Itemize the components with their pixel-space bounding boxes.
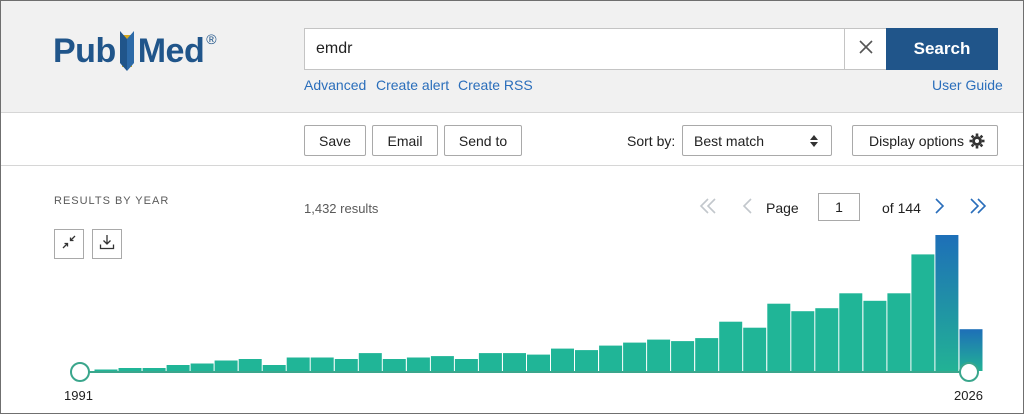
chart-bar[interactable] <box>503 353 526 371</box>
chart-bar[interactable] <box>454 359 478 371</box>
chevron-left-icon <box>740 196 754 221</box>
book-icon <box>118 29 136 73</box>
chart-bar[interactable] <box>310 357 334 372</box>
display-options-label: Display options <box>869 132 964 149</box>
chart-bar[interactable] <box>815 308 839 371</box>
chart-bar[interactable] <box>839 293 863 371</box>
sort-by-label: Sort by: <box>627 133 676 149</box>
chart-bar[interactable] <box>406 357 430 372</box>
chart-bar[interactable] <box>118 368 142 371</box>
double-chevron-left-icon <box>698 196 718 221</box>
chart-bar[interactable] <box>743 327 767 371</box>
header-bar: Pub Med ® Search Advanced Create alert C… <box>1 1 1023 113</box>
start-year-label: 1991 <box>64 388 93 403</box>
sort-select-value: Best match <box>694 132 765 149</box>
send-to-button[interactable]: Send to <box>444 125 522 156</box>
close-icon <box>858 39 874 60</box>
search-input[interactable] <box>305 29 845 69</box>
prev-page-button[interactable] <box>736 197 758 219</box>
sort-select[interactable]: Best match <box>682 125 832 156</box>
chart-bar[interactable] <box>599 345 623 371</box>
chart-bar[interactable] <box>430 356 454 371</box>
logo-med-text: Med <box>137 31 205 70</box>
registered-mark: ® <box>206 31 217 47</box>
chart-bar[interactable] <box>334 359 358 371</box>
download-chart-button[interactable] <box>92 229 122 259</box>
chart-bar[interactable] <box>935 235 959 371</box>
search-button[interactable]: Search <box>886 28 998 70</box>
search-clear-button[interactable] <box>844 29 886 69</box>
sort-arrows-icon <box>809 134 819 151</box>
email-button[interactable]: Email <box>372 125 438 156</box>
display-options-button[interactable]: Display options <box>852 125 998 156</box>
first-page-button[interactable] <box>697 197 719 219</box>
gear-icon <box>969 133 985 152</box>
chart-bar[interactable] <box>478 353 502 371</box>
chart-bar[interactable] <box>358 353 382 371</box>
result-count: 1,432 results <box>304 201 379 216</box>
chart-bar[interactable] <box>671 341 695 371</box>
create-alert-link[interactable]: Create alert <box>376 77 449 93</box>
page-number-input[interactable] <box>818 193 860 221</box>
range-start-handle[interactable] <box>70 362 90 382</box>
page-label: Page <box>766 200 799 216</box>
advanced-link[interactable]: Advanced <box>304 77 366 93</box>
chart-bar[interactable] <box>142 368 166 371</box>
chart-bar[interactable] <box>695 338 719 371</box>
pubmed-logo[interactable]: Pub Med ® <box>53 21 233 81</box>
results-by-year-label: RESULTS BY YEAR <box>54 195 170 207</box>
chart-bar[interactable] <box>767 303 791 371</box>
chart-bar[interactable] <box>719 321 743 371</box>
double-chevron-right-icon <box>968 196 988 221</box>
end-year-label: 2026 <box>954 388 983 403</box>
chart-bar[interactable] <box>214 360 238 372</box>
chart-bar[interactable] <box>911 254 935 371</box>
user-guide-link[interactable]: User Guide <box>932 77 1003 93</box>
chart-bar[interactable] <box>551 348 574 371</box>
page-total: of 144 <box>882 200 921 216</box>
range-end-handle[interactable] <box>959 362 979 382</box>
chart-bar[interactable] <box>887 293 911 371</box>
chart-bar[interactable] <box>94 369 118 372</box>
chart-bar[interactable] <box>791 311 815 371</box>
chart-bar[interactable] <box>190 363 214 372</box>
logo-pub-text: Pub <box>53 31 116 70</box>
results-toolbar: Save Email Send to Sort by: Best match D… <box>1 114 1023 166</box>
chart-bar[interactable] <box>647 339 671 371</box>
next-page-button[interactable] <box>929 197 951 219</box>
chart-bar[interactable] <box>623 342 647 371</box>
chart-bar[interactable] <box>382 359 406 371</box>
chart-bar[interactable] <box>166 365 190 371</box>
collapse-chart-button[interactable] <box>54 229 84 259</box>
last-page-button[interactable] <box>967 197 989 219</box>
collapse-icon <box>62 235 76 254</box>
chart-bar[interactable] <box>262 365 286 371</box>
chart-bar[interactable] <box>863 300 887 371</box>
chart-bar[interactable] <box>238 359 262 371</box>
download-icon <box>99 234 115 255</box>
chart-bar[interactable] <box>527 354 550 371</box>
chevron-right-icon <box>933 196 947 221</box>
search-box <box>304 28 886 70</box>
chart-bar[interactable] <box>575 350 598 371</box>
create-rss-link[interactable]: Create RSS <box>458 77 533 93</box>
chart-bar[interactable] <box>286 357 310 372</box>
save-button[interactable]: Save <box>304 125 366 156</box>
